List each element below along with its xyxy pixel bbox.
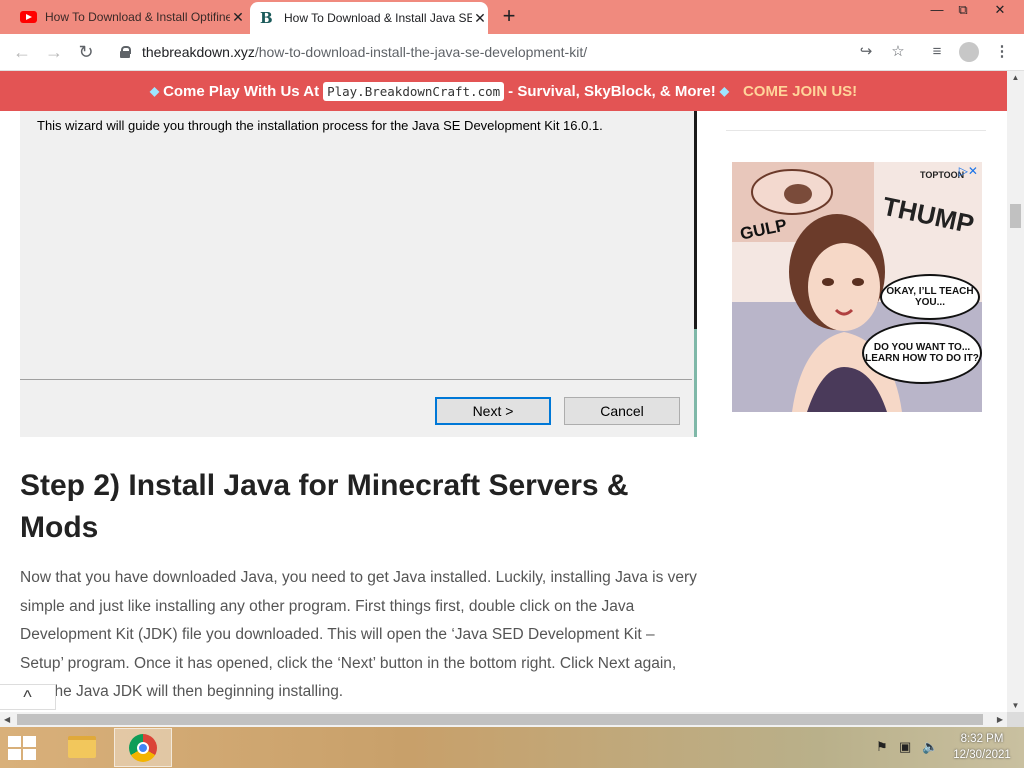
scrollbar-corner (1007, 712, 1024, 727)
banner-tail: - Survival, SkyBlock, & More! (508, 82, 716, 100)
tab-java-se[interactable]: B How To Download & Install Java SE ✕ (250, 2, 488, 34)
menu-icon[interactable]: ⋮ (990, 40, 1014, 64)
chrome-icon[interactable] (114, 728, 172, 767)
diamond-icon: ◆ (719, 84, 729, 98)
banner-lead: Come Play With Us At (163, 82, 320, 100)
url-path: /how-to-download-install-the-java-se-dev… (254, 44, 588, 60)
file-explorer-icon[interactable] (60, 730, 104, 766)
scroll-down-icon[interactable]: ▼ (1007, 701, 1024, 710)
taskbar: ⚑ ▣ 🔈 8:32 PM 12/30/2021 (0, 727, 1024, 768)
scroll-thumb[interactable] (1010, 204, 1021, 228)
share-icon[interactable]: ↪ (854, 40, 878, 64)
star-icon[interactable]: ☆ (886, 40, 910, 64)
new-tab-button[interactable]: + (497, 5, 521, 29)
tab-title: How To Download & Install Optifine (45, 10, 230, 24)
action-center-flag-icon[interactable]: ⚑ (876, 739, 888, 755)
forward-arrow-icon[interactable]: → (42, 40, 66, 64)
speech-bubble: OKAY, I’LL TEACH YOU... (880, 274, 980, 320)
installer-screenshot: This wizard will guide you through the i… (20, 111, 697, 437)
promo-banner[interactable]: ◆ Come Play With Us At Play.BreakdownCra… (0, 71, 1007, 111)
ad-brand: TOPTOON (920, 170, 965, 180)
scroll-thumb[interactable] (17, 714, 983, 725)
scroll-right-icon[interactable]: ▶ (997, 712, 1003, 727)
wizard-text: This wizard will guide you through the i… (37, 118, 603, 133)
back-arrow-icon[interactable]: ← (10, 40, 34, 64)
scroll-left-icon[interactable]: ◀ (4, 712, 10, 727)
divider (726, 130, 986, 131)
windows-start-icon[interactable] (8, 736, 38, 760)
horizontal-scrollbar[interactable]: ◀ ▶ (0, 712, 1007, 727)
tab-strip: How To Download & Install Optifine ✕ B H… (0, 0, 1024, 34)
maximize-button[interactable]: ⧉ (946, 0, 980, 22)
vertical-scrollbar[interactable]: ▲ ▼ (1007, 71, 1024, 712)
media-control-icon[interactable]: ≡ (925, 40, 949, 64)
url-text[interactable]: thebreakdown.xyz/how-to-download-install… (142, 44, 587, 60)
article-paragraph: Now that you have downloaded Java, you n… (20, 569, 697, 700)
profile-icon[interactable] (957, 40, 981, 64)
youtube-icon (20, 11, 37, 23)
speech-bubble: DO YOU WANT TO... LEARN HOW TO DO IT? (862, 322, 982, 384)
next-button: Next > (435, 397, 551, 425)
breakdown-logo-icon: B (260, 9, 273, 27)
lock-icon[interactable] (120, 46, 131, 58)
scroll-up-icon[interactable]: ▲ (1007, 73, 1024, 82)
page-content: This wizard will guide you through the i… (0, 111, 1007, 712)
url-host: thebreakdown.xyz (142, 44, 255, 60)
address-bar[interactable]: thebreakdown.xyz/how-to-download-install… (108, 38, 926, 66)
close-window-button[interactable]: ✕ (980, 0, 1020, 22)
network-icon[interactable]: ▣ (899, 739, 911, 755)
section-heading: Step 2) Install Java for Minecraft Serve… (20, 469, 629, 544)
close-icon[interactable]: ✕ (230, 9, 246, 25)
ad-close-icon[interactable]: ▷✕ (959, 164, 978, 178)
tab-optifine[interactable]: How To Download & Install Optifine ✕ (12, 0, 246, 34)
system-clock[interactable]: 8:32 PM 12/30/2021 (944, 731, 1020, 763)
banner-cta[interactable]: COME JOIN US! (743, 83, 857, 100)
cancel-button: Cancel (564, 397, 680, 425)
divider (20, 379, 692, 380)
close-icon[interactable]: ✕ (472, 10, 488, 26)
volume-muted-icon[interactable]: 🔈 (922, 739, 938, 755)
advertisement[interactable]: TOPTOON ▷✕ GULP THUMP OKAY, I’LL TEACH Y… (732, 162, 982, 412)
clock-time: 8:32 PM (960, 733, 1004, 745)
reload-icon[interactable]: ↻ (74, 40, 98, 64)
banner-server: Play.BreakdownCraft.com (323, 81, 505, 101)
tab-title: How To Download & Install Java SE (284, 11, 472, 25)
browser-toolbar: ← → ↻ thebreakdown.xyz/how-to-download-i… (0, 34, 1024, 71)
back-to-top-button[interactable]: ^ (0, 684, 56, 710)
diamond-icon: ◆ (149, 84, 160, 98)
clock-date: 12/30/2021 (953, 749, 1011, 761)
